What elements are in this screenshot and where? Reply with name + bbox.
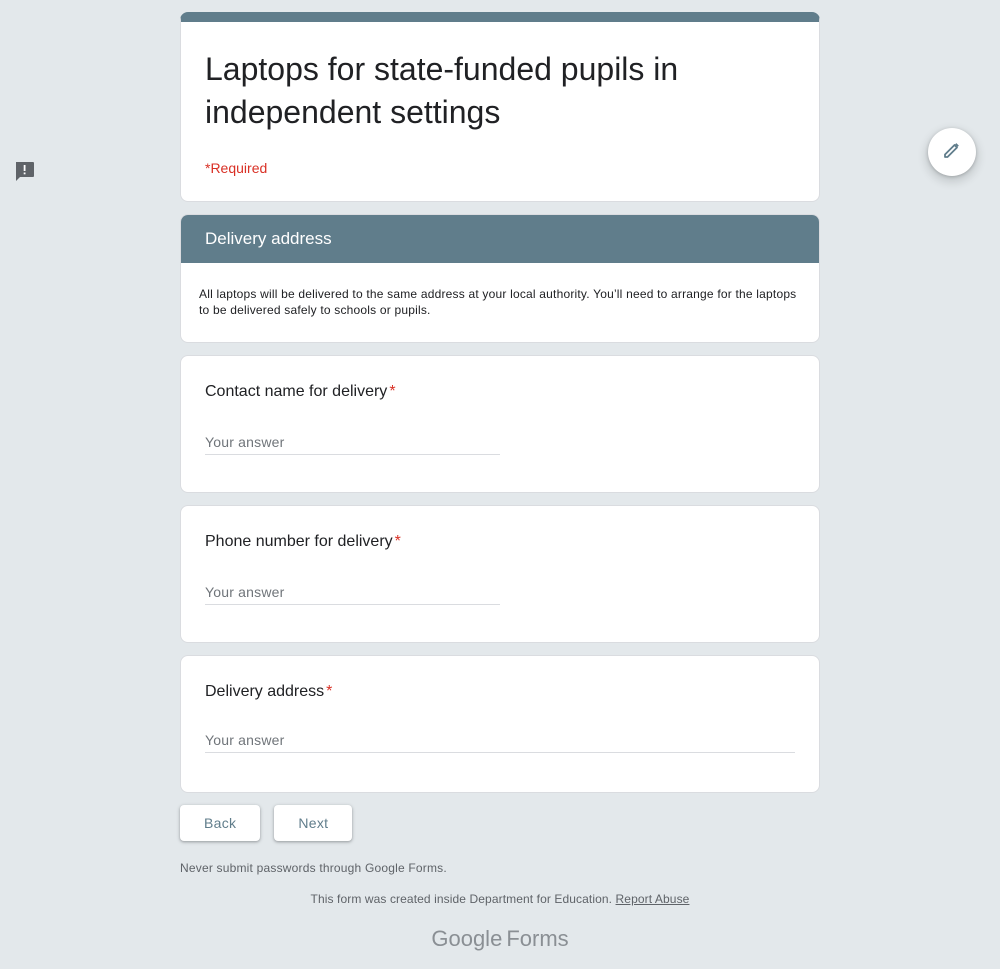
- footer-text: This form was created inside Department …: [310, 892, 613, 906]
- next-button[interactable]: Next: [274, 805, 353, 841]
- phone-number-input[interactable]: Your answer: [205, 584, 500, 605]
- required-asterisk: *: [326, 683, 333, 700]
- section-description: All laptops will be delivered to the sam…: [199, 287, 797, 317]
- form-title: Laptops for state-funded pupils in indep…: [205, 51, 679, 130]
- password-warning: Never submit passwords through Google Fo…: [180, 861, 447, 875]
- section-card: Delivery address All laptops will be del…: [180, 214, 820, 343]
- title-card: Laptops for state-funded pupils in indep…: [180, 12, 820, 202]
- section-title: Delivery address: [181, 215, 819, 263]
- question-title: Phone number for delivery: [205, 533, 393, 550]
- report-abuse-link[interactable]: Report Abuse: [616, 892, 690, 906]
- report-feedback-icon[interactable]: [14, 161, 35, 182]
- footer: This form was created inside Department …: [180, 892, 820, 906]
- required-note: *Required: [205, 160, 268, 176]
- edit-form-button[interactable]: [928, 128, 976, 176]
- required-asterisk: *: [389, 383, 396, 400]
- pencil-icon: [942, 140, 962, 165]
- question-label: Contact name for delivery *: [205, 380, 795, 404]
- form-container: Laptops for state-funded pupils in indep…: [180, 12, 820, 952]
- question-card-delivery-address: Delivery address * Your answer: [180, 655, 820, 793]
- question-title: Contact name for delivery: [205, 383, 388, 400]
- brand-forms: Forms: [506, 926, 569, 951]
- back-button[interactable]: Back: [180, 805, 261, 841]
- navigation-buttons: Back Next: [180, 805, 820, 841]
- delivery-address-input[interactable]: Your answer: [205, 732, 795, 753]
- question-card-phone-number: Phone number for delivery * Your answer: [180, 505, 820, 643]
- question-title: Delivery address: [205, 683, 325, 700]
- contact-name-input[interactable]: Your answer: [205, 434, 500, 455]
- required-asterisk: *: [394, 533, 401, 550]
- question-label: Phone number for delivery *: [205, 530, 795, 554]
- question-card-contact-name: Contact name for delivery * Your answer: [180, 355, 820, 493]
- google-forms-logo[interactable]: Google Forms: [180, 926, 820, 952]
- brand-google: Google: [431, 926, 503, 951]
- question-label: Delivery address *: [205, 680, 795, 704]
